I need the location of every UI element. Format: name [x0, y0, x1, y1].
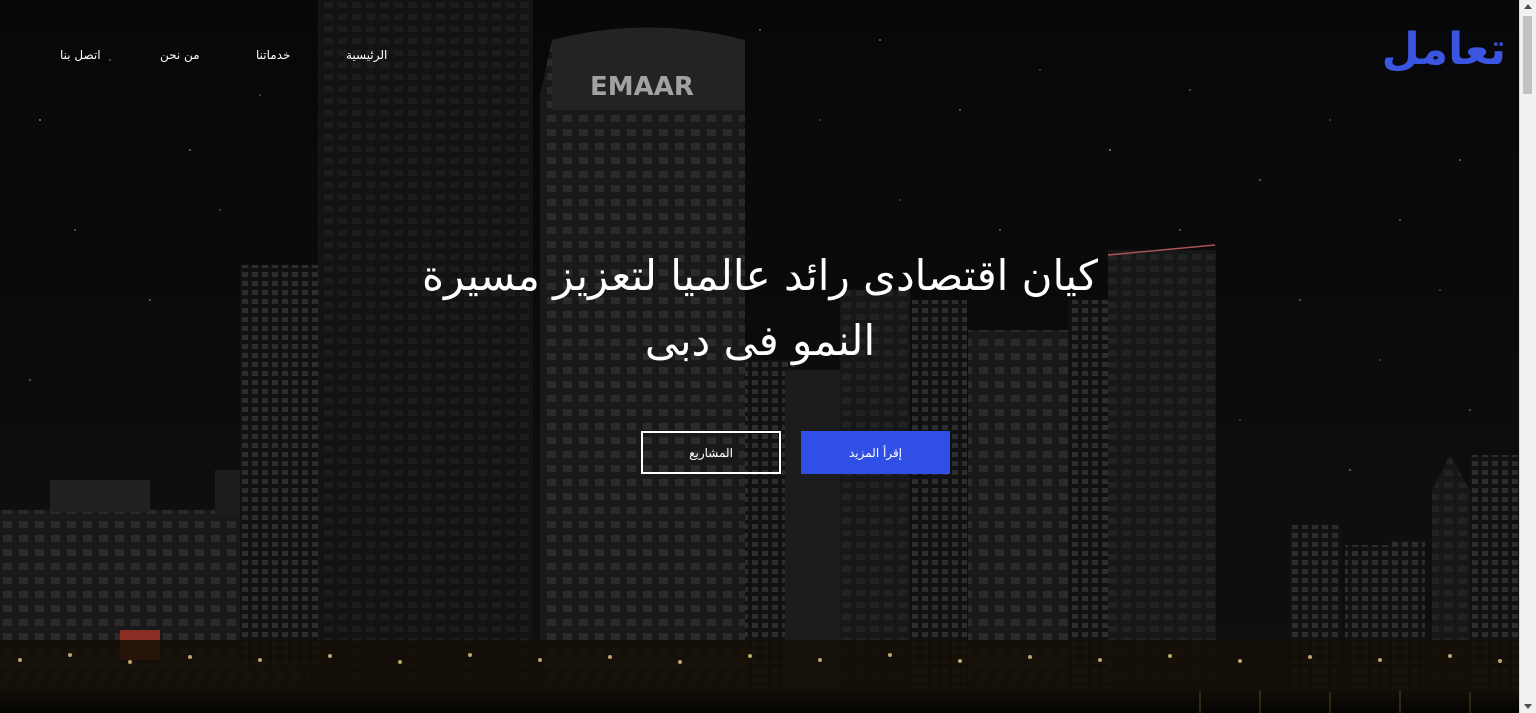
- main-nav: الرئيسية خدماتنا من نحن اتصل بنا: [0, 48, 1520, 68]
- scrollbar-thumb[interactable]: [1523, 16, 1532, 94]
- page: EMAAR تعامل الرئيسية خدماتنا من نحن اتصل…: [0, 0, 1536, 713]
- projects-button-label: المشاريع: [689, 445, 733, 460]
- read-more-button[interactable]: إقرأ المزيد: [801, 431, 950, 474]
- hero-title-line2: النمو فى دبى: [644, 316, 876, 366]
- nav-item-services[interactable]: خدماتنا: [256, 48, 290, 62]
- nav-item-about[interactable]: من نحن: [160, 48, 200, 62]
- scroll-up-arrow-icon[interactable]: [1524, 4, 1532, 9]
- hero-title: كيان اقتصادى رائد عالميا لتعزيز مسيرة ال…: [340, 243, 1180, 373]
- page-scrollbar[interactable]: [1519, 0, 1536, 713]
- projects-button[interactable]: المشاريع: [641, 431, 781, 474]
- hero-title-line1: كيان اقتصادى رائد عالميا لتعزيز مسيرة: [422, 251, 1098, 300]
- nav-item-home[interactable]: الرئيسية: [346, 48, 387, 62]
- read-more-button-label: إقرأ المزيد: [848, 445, 903, 460]
- scroll-down-arrow-icon[interactable]: [1524, 704, 1532, 709]
- nav-item-contact[interactable]: اتصل بنا: [60, 48, 101, 62]
